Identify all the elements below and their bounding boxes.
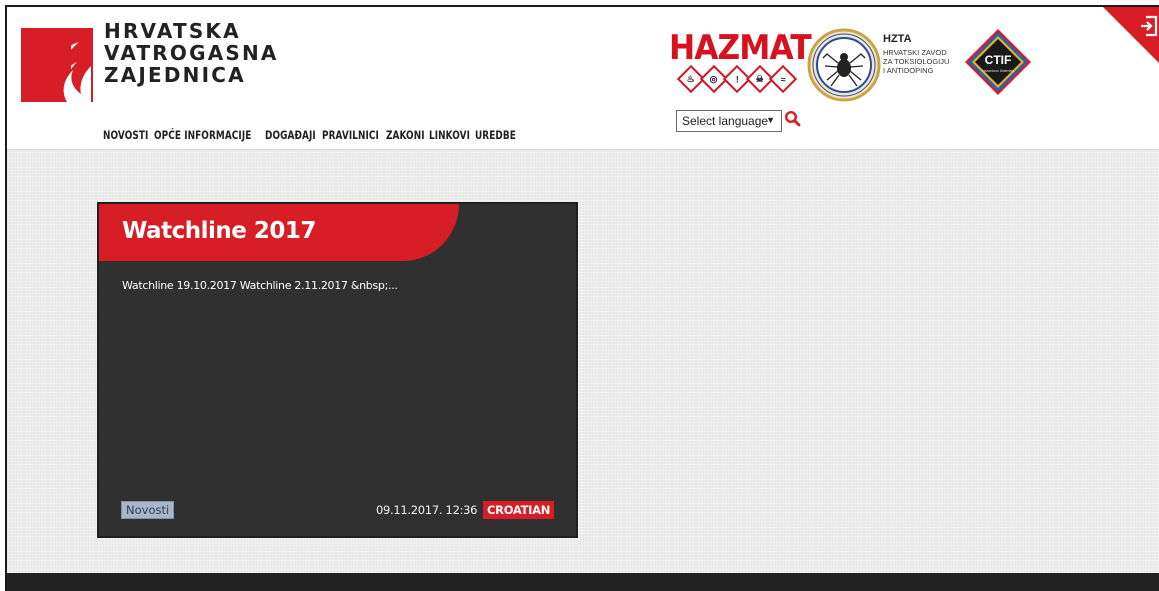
site-header: HRVATSKA VATROGASNA ZAJEDNICA NOVOSTI OP… bbox=[7, 7, 1159, 150]
nav-item-zakoni[interactable]: ZAKONI bbox=[386, 128, 425, 142]
hzta-title: HZTA bbox=[883, 33, 912, 45]
category-tag[interactable]: Novosti bbox=[121, 501, 175, 519]
nav-item-linkovi[interactable]: LINKOVI bbox=[429, 128, 470, 142]
brand-line-3: ZAJEDNICA bbox=[104, 63, 246, 87]
card-date: 09.11.2017. 12:36 bbox=[376, 503, 478, 517]
site-footer bbox=[7, 573, 1159, 591]
corrosive-pictogram-icon: ≈ bbox=[768, 64, 798, 94]
hazmat-pictograms: ♨ ◎ ! ☠ ≈ bbox=[676, 64, 798, 94]
main-nav: NOVOSTI OPĆE INFORMACIJE DOGAĐAJI PRAVIL… bbox=[103, 128, 516, 142]
nav-item-pravilnici[interactable]: PRAVILNICI bbox=[322, 128, 379, 142]
ctif-wordmark: CTIF bbox=[985, 53, 1012, 67]
brand-line-2: VATROGASNA bbox=[104, 41, 279, 65]
hzta-line-2: ZA TOKSIOLOGIJU bbox=[883, 57, 950, 66]
search-icon[interactable] bbox=[784, 110, 802, 128]
language-select-value: Select language bbox=[682, 114, 769, 128]
logout-icon[interactable] bbox=[1103, 7, 1159, 67]
brand-name[interactable]: HRVATSKA VATROGASNA ZAJEDNICA bbox=[104, 20, 279, 86]
hzta-line-1: HRVATSKI ZAVOD bbox=[883, 48, 947, 57]
nav-item-dogadaji[interactable]: DOGAĐAJI bbox=[265, 128, 316, 142]
svg-text:Hazardous Materials: Hazardous Materials bbox=[982, 69, 1014, 73]
ctif-logo-icon[interactable]: CTIF Hazardous Materials bbox=[963, 27, 1033, 97]
nav-item-uredbe[interactable]: UREDBE bbox=[475, 128, 516, 142]
content-area: Watchline 2017 Watchline 19.10.2017 Watc… bbox=[7, 150, 1159, 573]
hazmat-wordmark: HAZMAT bbox=[669, 28, 812, 68]
page-frame: HRVATSKA VATROGASNA ZAJEDNICA NOVOSTI OP… bbox=[5, 5, 1159, 591]
dropdown-arrow-icon: ▼ bbox=[766, 115, 775, 125]
hazmat-logo[interactable]: HAZMAT ♨ ◎ ! ☠ ≈ bbox=[669, 28, 812, 99]
language-select[interactable]: Select language ▼ bbox=[676, 110, 782, 132]
hzta-line-3: I ANTIDOPING bbox=[883, 66, 934, 75]
card-title[interactable]: Watchline 2017 bbox=[122, 218, 316, 244]
card-excerpt: Watchline 19.10.2017 Watchline 2.11.2017… bbox=[122, 279, 398, 292]
news-card[interactable]: Watchline 2017 Watchline 19.10.2017 Watc… bbox=[97, 202, 578, 538]
hzta-text[interactable]: HZTA HRVATSKI ZAVOD ZA TOKSIOLOGIJU I AN… bbox=[883, 33, 949, 75]
nav-item-novosti[interactable]: NOVOSTI bbox=[103, 128, 148, 142]
nav-item-opce-informacije[interactable]: OPĆE INFORMACIJE bbox=[154, 128, 251, 142]
hzta-seal-icon[interactable] bbox=[807, 28, 881, 102]
flame-logo-icon[interactable] bbox=[21, 22, 93, 102]
language-badge: CROATIAN bbox=[483, 501, 555, 519]
brand-line-1: HRVATSKA bbox=[104, 19, 241, 43]
